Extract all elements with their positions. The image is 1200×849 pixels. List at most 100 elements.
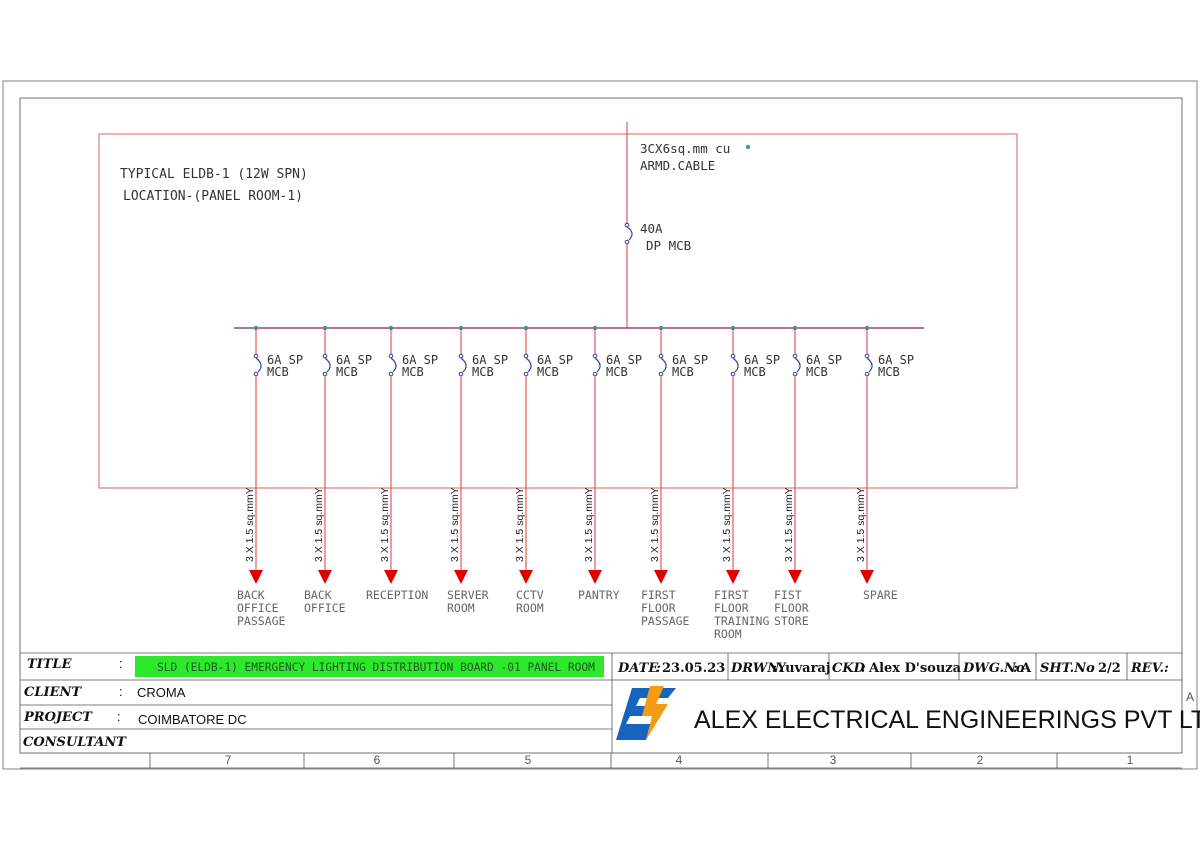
cable-spec: 3 X 1.5 sq.mmY bbox=[649, 487, 661, 562]
cable-spec: 3 X 1.5 sq.mmY bbox=[514, 487, 526, 562]
feeder-arrow bbox=[249, 570, 263, 584]
sheet-value: 2/2 bbox=[1098, 661, 1121, 676]
mcb-contact bbox=[460, 357, 467, 373]
mcb-terminal-top bbox=[523, 353, 529, 359]
grid-column-number: 4 bbox=[676, 753, 683, 767]
load-label: FLOOR bbox=[714, 601, 749, 615]
mcb-terminal-top bbox=[730, 353, 736, 359]
revision-colon: : bbox=[1164, 661, 1169, 676]
mcb-type: MCB bbox=[672, 365, 694, 379]
mcb-type: MCB bbox=[267, 365, 289, 379]
feeder-arrow bbox=[588, 570, 602, 584]
load-label: ROOM bbox=[516, 601, 544, 615]
dwg-colon: : bbox=[1013, 661, 1018, 676]
main-breaker-rating: 40A bbox=[640, 221, 663, 236]
grid-column-number: 3 bbox=[830, 753, 837, 767]
mcb-type: MCB bbox=[537, 365, 559, 379]
panel-location: LOCATION-(PANEL ROOM-1) bbox=[123, 189, 303, 204]
load-label: SPARE bbox=[863, 588, 898, 602]
mcb-terminal-top bbox=[864, 353, 870, 359]
incoming-cable-type: ARMD.CABLE bbox=[640, 158, 715, 173]
project-value: COIMBATORE DC bbox=[138, 712, 247, 727]
grid-reference-strip bbox=[20, 753, 1182, 769]
mcb-terminal-bottom bbox=[792, 371, 798, 377]
load-label: RECEPTION bbox=[366, 588, 428, 602]
load-label: PASSAGE bbox=[237, 614, 286, 628]
mcb-terminal-top bbox=[322, 353, 328, 359]
load-label: PASSAGE bbox=[641, 614, 690, 628]
load-label: ROOM bbox=[714, 627, 742, 641]
cable-spec: 3 X 1.5 sq.mmY bbox=[313, 487, 325, 562]
date-colon: : bbox=[656, 661, 661, 676]
title-label: TITLE bbox=[27, 657, 73, 672]
load-label: SERVER bbox=[447, 588, 489, 602]
drawing-title: SLD (ELDB-1) EMERGENCY LIGHTING DISTRIBU… bbox=[157, 661, 595, 674]
grid-column-number: 7 bbox=[225, 753, 232, 767]
mcb-contact bbox=[660, 357, 667, 373]
mcb-terminal-top bbox=[253, 353, 259, 359]
panel-title: TYPICAL ELDB-1 (12W SPN) bbox=[120, 167, 308, 182]
mcb-type: MCB bbox=[402, 365, 424, 379]
revision-label: REV. bbox=[1130, 661, 1164, 676]
mcb-terminal-top bbox=[792, 353, 798, 359]
mcb-terminal-top bbox=[458, 353, 464, 359]
load-label: FLOOR bbox=[774, 601, 809, 615]
feeder-arrow bbox=[384, 570, 398, 584]
main-breaker-symbol bbox=[624, 222, 633, 245]
mcb-terminal-top bbox=[658, 353, 664, 359]
feeder-arrow bbox=[860, 570, 874, 584]
load-label: TRAINING bbox=[714, 614, 769, 628]
grid-column-number: 2 bbox=[977, 753, 984, 767]
panel-enclosure bbox=[98, 133, 1018, 489]
mcb-terminal-bottom bbox=[322, 371, 328, 377]
mcb-type: MCB bbox=[606, 365, 628, 379]
feeder-arrow bbox=[726, 570, 740, 584]
dwg-value: A bbox=[1020, 661, 1032, 676]
load-label: BACK bbox=[237, 588, 265, 602]
cable-spec: 3 X 1.5 sq.mmY bbox=[379, 487, 391, 562]
load-label: CCTV bbox=[516, 588, 544, 602]
mcb-contact bbox=[794, 357, 801, 373]
feeder-arrow bbox=[519, 570, 533, 584]
load-label: FIRST bbox=[714, 588, 749, 602]
mcb-type: MCB bbox=[472, 365, 494, 379]
mcb-contact bbox=[866, 357, 873, 373]
feeder-arrow bbox=[654, 570, 668, 584]
grid-column-number: 1 bbox=[1127, 753, 1134, 767]
logo-text: AE bbox=[660, 712, 673, 722]
mcb-type: MCB bbox=[336, 365, 358, 379]
consultant-colon: : bbox=[118, 735, 123, 750]
client-value: CROMA bbox=[137, 685, 186, 700]
mcb-terminal-bottom bbox=[523, 371, 529, 377]
mcb-contact bbox=[525, 357, 532, 373]
mcb-type: MCB bbox=[806, 365, 828, 379]
mcb-type: MCB bbox=[878, 365, 900, 379]
client-colon: : bbox=[119, 684, 123, 699]
mcb-terminal-bottom bbox=[388, 371, 394, 377]
cable-spec: 3 X 1.5 sq.mmY bbox=[855, 487, 867, 562]
cable-spec: 3 X 1.5 sq.mmY bbox=[449, 487, 461, 562]
mcb-terminal-bottom bbox=[253, 371, 259, 377]
cable-spec: 3 X 1.5 sq.mmY bbox=[244, 487, 256, 562]
date-value: 23.05.23 bbox=[662, 661, 725, 676]
load-label: ROOM bbox=[447, 601, 475, 615]
mcb-type: MCB bbox=[744, 365, 766, 379]
mcb-contact bbox=[324, 357, 331, 373]
grid-row-letter: A bbox=[1186, 690, 1194, 704]
grid-column-number: 6 bbox=[374, 753, 381, 767]
title-colon: : bbox=[119, 656, 123, 671]
load-label: FIST bbox=[774, 588, 802, 602]
checked-colon: : bbox=[861, 661, 866, 676]
mcb-terminal-top bbox=[592, 353, 598, 359]
load-label: FIRST bbox=[641, 588, 676, 602]
mcb-contact bbox=[594, 357, 601, 373]
mcb-contact bbox=[390, 357, 397, 373]
single-line-diagram: TYPICAL ELDB-1 (12W SPN) LOCATION-(PANEL… bbox=[2, 80, 1200, 770]
date-label: DATE bbox=[617, 661, 659, 676]
consultant-label: CONSULTANT bbox=[23, 735, 127, 750]
client-label: CLIENT bbox=[24, 685, 82, 700]
load-label: STORE bbox=[774, 614, 809, 628]
grid-column-number: 5 bbox=[525, 753, 532, 767]
mcb-terminal-bottom bbox=[458, 371, 464, 377]
mcb-terminal-bottom bbox=[730, 371, 736, 377]
